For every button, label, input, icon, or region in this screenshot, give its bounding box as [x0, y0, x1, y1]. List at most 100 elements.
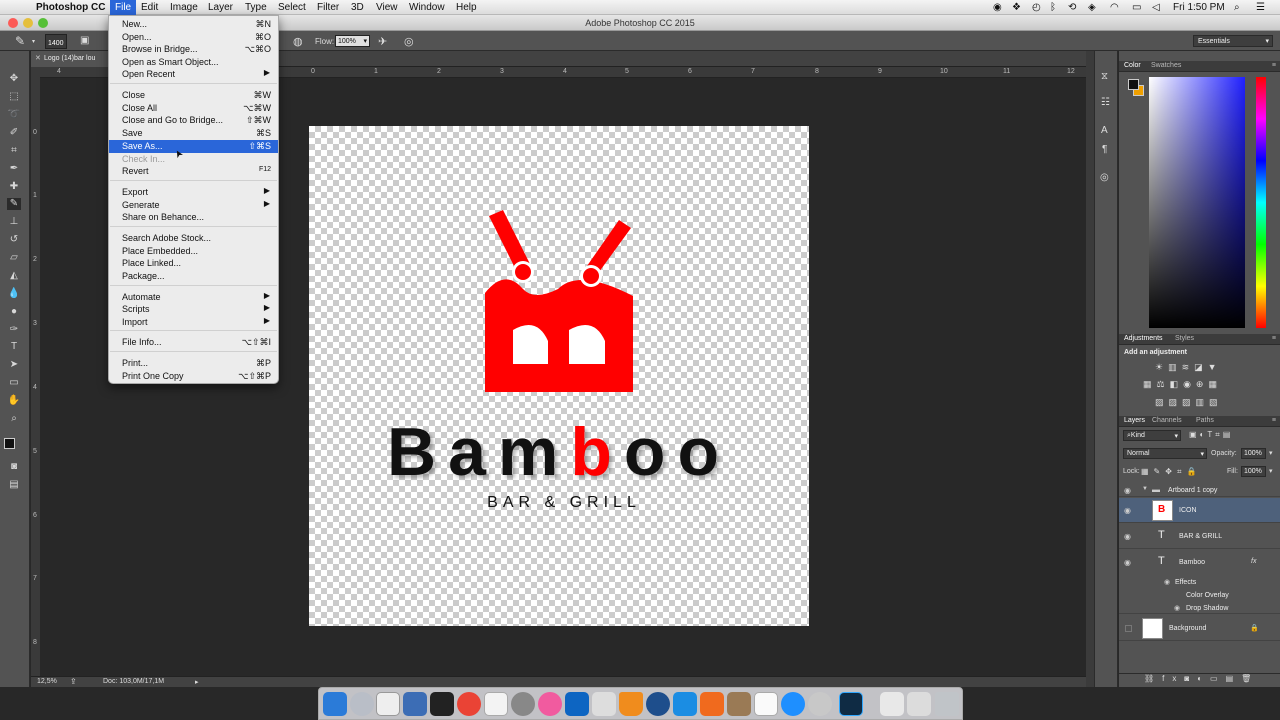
- zoom-tool-icon[interactable]: ⌕: [7, 413, 21, 425]
- share-icon[interactable]: ⇪: [70, 677, 77, 686]
- panel-menu-icon[interactable]: ≡: [1272, 417, 1276, 424]
- sync-icon[interactable]: ⟲: [1068, 2, 1076, 13]
- menu-filter[interactable]: Filter: [317, 2, 339, 13]
- menubar-clock[interactable]: Fri 1:50 PM: [1173, 2, 1225, 13]
- close-tab-icon[interactable]: ✕: [35, 54, 41, 62]
- menu-item-revert[interactable]: Revert F12: [109, 165, 278, 178]
- safari-icon[interactable]: [646, 692, 670, 716]
- group-expand-icon[interactable]: ▼: [1142, 486, 1148, 492]
- automator-icon[interactable]: [808, 692, 832, 716]
- brush-panel-icon[interactable]: ▣: [80, 35, 89, 46]
- character-panel-icon[interactable]: A: [1101, 125, 1108, 136]
- brush-size-preview[interactable]: 1400: [45, 34, 67, 49]
- fill-field[interactable]: 100%: [1241, 466, 1266, 477]
- photoshop-dock-icon[interactable]: [839, 692, 863, 716]
- panel-menu-icon[interactable]: ≡: [1272, 335, 1276, 342]
- pressure-opacity-icon[interactable]: ◍: [293, 35, 303, 48]
- app-store-icon[interactable]: [673, 692, 697, 716]
- history-panel-icon[interactable]: ⧖: [1101, 71, 1108, 82]
- layer-filter-icons[interactable]: ▣◐T⌗▤: [1189, 430, 1233, 440]
- status-menu-arrow-icon[interactable]: ▸: [195, 678, 199, 686]
- screenshot-icon[interactable]: [592, 692, 616, 716]
- system-preferences-icon[interactable]: [511, 692, 535, 716]
- eye-icon[interactable]: ◉: [1124, 558, 1133, 567]
- vpn-icon[interactable]: ◈: [1088, 2, 1096, 13]
- tab-styles[interactable]: Styles: [1175, 335, 1194, 342]
- menu-item-print[interactable]: Print... ⌘P: [109, 357, 278, 370]
- type-tool-icon[interactable]: T: [7, 341, 21, 353]
- layer-row-background[interactable]: Background 🔒: [1119, 616, 1280, 641]
- zoom-window-icon[interactable]: [38, 18, 48, 28]
- healing-tool-icon[interactable]: ✚: [7, 181, 21, 193]
- tab-swatches[interactable]: Swatches: [1151, 62, 1181, 69]
- effects-eye-icon[interactable]: ◉: [1164, 578, 1170, 586]
- menu-item-print-one-copy[interactable]: Print One Copy ⌥⇧⌘P: [109, 370, 278, 383]
- activity-monitor-icon[interactable]: [430, 692, 454, 716]
- brush-preset-chevron-icon[interactable]: ▾: [32, 38, 35, 45]
- textedit-icon[interactable]: [754, 692, 778, 716]
- opacity-field[interactable]: 100%: [1241, 448, 1266, 459]
- menu-item-close-and-go-to-bridge[interactable]: Close and Go to Bridge... ⇧⌘W: [109, 114, 278, 127]
- brush-tool-icon[interactable]: ✎: [15, 34, 25, 48]
- properties-panel-icon[interactable]: ☷: [1101, 97, 1110, 108]
- dropbox-icon[interactable]: ❖: [1012, 2, 1021, 13]
- opacity-chevron-icon[interactable]: ▾: [1269, 449, 1273, 457]
- photos-icon[interactable]: [727, 692, 751, 716]
- zoom-level[interactable]: 12,5%: [37, 678, 57, 685]
- eye-icon[interactable]: ◉: [1124, 532, 1133, 541]
- history-brush-tool-icon[interactable]: ↺: [7, 234, 21, 246]
- visibility-off-box[interactable]: [1125, 625, 1132, 632]
- close-window-icon[interactable]: [8, 18, 18, 28]
- flow-field[interactable]: 100% ▾: [335, 35, 370, 47]
- teamviewer-icon[interactable]: [781, 692, 805, 716]
- menu-item-place-linked[interactable]: Place Linked...: [109, 257, 278, 270]
- fill-chevron-icon[interactable]: ▾: [1269, 467, 1273, 475]
- eyedropper-tool-icon[interactable]: ✒: [7, 163, 21, 175]
- marquee-tool-icon[interactable]: ⬚: [7, 91, 21, 103]
- pressure-size-icon[interactable]: ◎: [404, 35, 414, 48]
- color-field[interactable]: [1149, 77, 1245, 328]
- airbrush-icon[interactable]: ✈: [378, 35, 387, 48]
- tab-color[interactable]: Color: [1124, 62, 1141, 69]
- hand-tool-icon[interactable]: ✋: [7, 395, 21, 407]
- layer-group-row[interactable]: ◉ ▼ ▬ Artboard 1 copy: [1119, 483, 1280, 497]
- stamp-tool-icon[interactable]: ⊥: [7, 216, 21, 228]
- effect-drop-shadow[interactable]: Drop Shadow: [1186, 605, 1228, 612]
- notification-center-icon[interactable]: ☰: [1256, 2, 1265, 13]
- menu-edit[interactable]: Edit: [141, 2, 158, 13]
- minimize-window-icon[interactable]: [23, 18, 33, 28]
- menu-item-package[interactable]: Package...: [109, 270, 278, 283]
- menu-item-open-recent[interactable]: Open Recent ▶: [109, 68, 278, 81]
- menu-item-browse-in-bridge[interactable]: Browse in Bridge... ⌥⌘O: [109, 43, 278, 56]
- timemachine-icon[interactable]: ◴: [1032, 2, 1041, 13]
- quick-select-tool-icon[interactable]: ✐: [7, 127, 21, 139]
- drop-shadow-eye-icon[interactable]: ◉: [1174, 604, 1180, 612]
- color-fg-swatch[interactable]: [1128, 79, 1139, 90]
- menu-view[interactable]: View: [376, 2, 398, 13]
- tab-channels[interactable]: Channels: [1152, 417, 1182, 424]
- menu-select[interactable]: Select: [278, 2, 306, 13]
- documents-stack-icon[interactable]: [907, 692, 931, 716]
- menu-image[interactable]: Image: [170, 2, 198, 13]
- document-canvas[interactable]: Bamboo BAR & GRILL: [309, 126, 809, 626]
- adjustment-icons-row1[interactable]: ☀▥≋◪▼: [1155, 362, 1222, 373]
- wifi-icon[interactable]: ◠: [1110, 2, 1119, 13]
- notes-icon[interactable]: [484, 692, 508, 716]
- chrome-icon[interactable]: [457, 692, 481, 716]
- downloads-stack-icon[interactable]: [880, 692, 904, 716]
- effect-color-overlay[interactable]: Color Overlay: [1186, 592, 1229, 599]
- pen-tool-icon[interactable]: ✑: [7, 324, 21, 336]
- calendar-icon[interactable]: [376, 692, 400, 716]
- menu-3d[interactable]: 3D: [351, 2, 364, 13]
- tab-adjustments[interactable]: Adjustments: [1124, 335, 1163, 342]
- adjustment-icons-row2[interactable]: ▦⚖◧◉⊕▦: [1143, 379, 1222, 390]
- menu-layer[interactable]: Layer: [208, 2, 233, 13]
- lock-icons[interactable]: ▦✎✥⌗🔒: [1141, 467, 1201, 477]
- menu-item-save[interactable]: Save ⌘S: [109, 127, 278, 140]
- spotlight-icon[interactable]: ⌕: [1234, 2, 1240, 13]
- crop-tool-icon[interactable]: ⌗: [7, 145, 21, 157]
- hue-slider[interactable]: [1256, 77, 1266, 328]
- blend-mode-select[interactable]: Normal ▾: [1123, 448, 1207, 459]
- eye-icon[interactable]: ◉: [1124, 486, 1133, 495]
- launchpad-icon[interactable]: [350, 692, 374, 716]
